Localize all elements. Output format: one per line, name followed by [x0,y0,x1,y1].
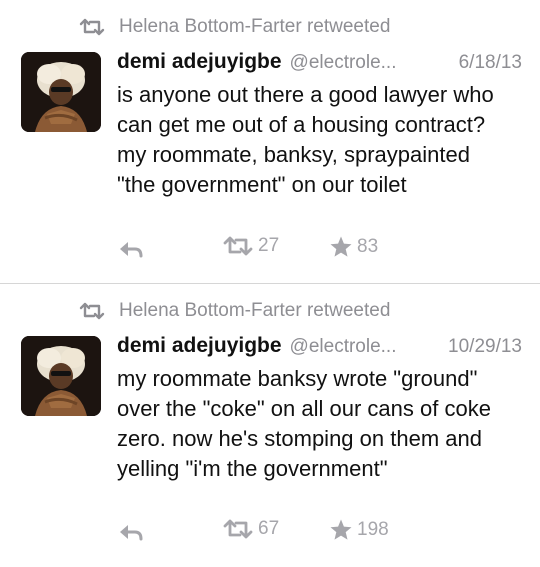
favorite-button[interactable]: 198 [329,518,389,542]
author-name[interactable]: demi adejuyigbe [117,50,282,74]
tweet-header: demi adejuyigbe @electrole... 10/29/13 [117,334,522,364]
tweet-actions: 67 198 [117,518,417,548]
tweet-actions: 27 83 [117,235,417,265]
tweet-text: my roommate banksy wrote "ground" over t… [117,366,491,481]
tweet-header: demi adejuyigbe @electrole... 6/18/13 [117,50,522,80]
timeline: Helena Bottom-Farter retweeted demi adej… [0,0,540,566]
retweet-button[interactable]: 67 [222,518,279,540]
author-handle[interactable]: @electrole... [290,52,453,74]
author-name[interactable]: demi adejuyigbe [117,334,282,358]
tweet-card[interactable]: Helena Bottom-Farter retweeted demi adej… [0,0,540,283]
retweet-notice: Helena Bottom-Farter retweeted [78,15,390,39]
tweet-content: demi adejuyigbe @electrole... 10/29/13 m… [117,334,522,484]
tweet-date[interactable]: 6/18/13 [459,52,522,74]
favorite-button[interactable]: 83 [329,235,378,259]
tweet-date[interactable]: 10/29/13 [448,336,522,358]
retweet-icon [222,518,254,540]
author-handle[interactable]: @electrole... [290,336,442,358]
reply-button[interactable] [117,522,145,542]
avatar[interactable] [21,336,101,416]
retweet-notice-text[interactable]: Helena Bottom-Farter retweeted [119,300,390,322]
retweet-count: 67 [258,518,280,539]
retweet-icon [78,17,106,37]
tweet-content: demi adejuyigbe @electrole... 6/18/13 is… [117,50,522,200]
tweet-card[interactable]: Helena Bottom-Farter retweeted demi adej… [0,283,540,566]
retweet-notice-text[interactable]: Helena Bottom-Farter retweeted [119,16,390,38]
avatar[interactable] [21,52,101,132]
reply-button[interactable] [117,239,145,259]
retweet-button[interactable]: 27 [222,235,279,257]
star-icon [329,235,353,259]
reply-icon [117,522,145,542]
tweet-text: is anyone out there a good lawyer who ca… [117,82,494,197]
favorite-count: 83 [357,236,379,257]
favorite-count: 198 [357,519,389,540]
retweet-icon [78,301,106,321]
reply-icon [117,239,145,259]
star-icon [329,518,353,542]
retweet-icon [222,235,254,257]
retweet-notice: Helena Bottom-Farter retweeted [78,299,390,323]
retweet-count: 27 [258,235,280,256]
